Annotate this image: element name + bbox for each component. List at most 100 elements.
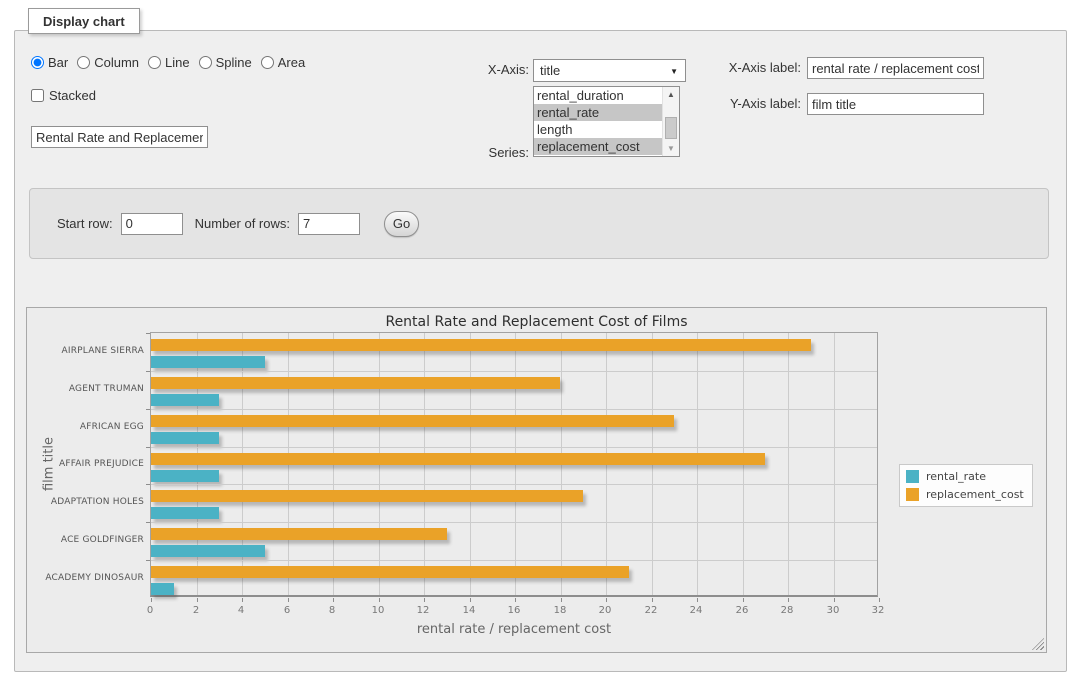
- x-tick-label: 10: [363, 605, 393, 616]
- bar-replacement_cost: [151, 339, 811, 351]
- x-tick-mark: [652, 598, 653, 602]
- bar-rental_rate: [151, 394, 219, 406]
- x-tick-label: 28: [772, 605, 802, 616]
- chart-title-input[interactable]: [31, 126, 208, 148]
- scrollbar-thumb[interactable]: [665, 117, 677, 139]
- x-axis-select-label: X-Axis:: [445, 62, 529, 77]
- rows-panel: Start row: Number of rows: Go: [29, 188, 1049, 259]
- x-axis-select[interactable]: title ▼: [533, 59, 686, 82]
- bar-rental_rate: [151, 545, 265, 557]
- category-label: AFFAIR PREJUDICE: [32, 459, 144, 469]
- chart-type-radio-line[interactable]: [148, 56, 161, 69]
- display-chart-fieldset: Display chart BarColumnLineSplineArea St…: [14, 30, 1067, 672]
- x-tick-label: 26: [727, 605, 757, 616]
- x-axis-label-input[interactable]: [807, 57, 984, 79]
- series-select-label: Series:: [445, 145, 529, 160]
- category-label: ACE GOLDFINGER: [32, 535, 144, 545]
- bar-replacement_cost: [151, 415, 674, 427]
- y-tick-mark: [146, 409, 150, 410]
- gridline-horizontal: [151, 409, 877, 410]
- series-option-length[interactable]: length: [534, 121, 662, 138]
- x-tick-label: 18: [545, 605, 575, 616]
- stacked-row: Stacked: [31, 88, 96, 103]
- x-tick-mark: [834, 598, 835, 602]
- gridline-horizontal: [151, 484, 877, 485]
- bar-replacement_cost: [151, 528, 447, 540]
- category-label: ACADEMY DINOSAUR: [32, 573, 144, 583]
- chart-type-option-area: Area: [261, 55, 305, 70]
- start-row-input[interactable]: [121, 213, 183, 235]
- chart-panel: Rental Rate and Replacement Cost of Film…: [26, 307, 1047, 653]
- y-tick-mark: [146, 447, 150, 448]
- resize-handle-icon[interactable]: [1032, 638, 1044, 650]
- legend-label: rental_rate: [926, 470, 986, 483]
- x-tick-label: 12: [408, 605, 438, 616]
- bar-rental_rate: [151, 356, 265, 368]
- chart-x-axis-title: rental rate / replacement cost: [314, 622, 714, 637]
- gridline-vertical: [834, 333, 835, 595]
- x-tick-label: 2: [181, 605, 211, 616]
- y-tick-mark: [146, 371, 150, 372]
- chart-type-radio-bar[interactable]: [31, 56, 44, 69]
- chart-type-option-column: Column: [77, 55, 139, 70]
- x-tick-label: 4: [226, 605, 256, 616]
- category-label: AGENT TRUMAN: [32, 384, 144, 394]
- x-tick-label: 16: [499, 605, 529, 616]
- x-tick-mark: [424, 598, 425, 602]
- x-tick-mark: [606, 598, 607, 602]
- chart-type-option-label: Line: [165, 55, 190, 70]
- plot-area: [150, 332, 878, 597]
- stacked-checkbox[interactable]: [31, 89, 44, 102]
- chart-title: Rental Rate and Replacement Cost of Film…: [27, 314, 1046, 330]
- x-tick-mark: [879, 598, 880, 602]
- gridline-horizontal: [151, 371, 877, 372]
- x-tick-label: 30: [818, 605, 848, 616]
- category-label: AIRPLANE SIERRA: [32, 346, 144, 356]
- x-tick-label: 24: [681, 605, 711, 616]
- number-of-rows-input[interactable]: [298, 213, 360, 235]
- series-option-rental_rate[interactable]: rental_rate: [534, 104, 662, 121]
- go-button[interactable]: Go: [384, 211, 419, 237]
- chart-legend: rental_ratereplacement_cost: [899, 464, 1033, 507]
- bar-replacement_cost: [151, 566, 629, 578]
- x-tick-mark: [470, 598, 471, 602]
- category-label: AFRICAN EGG: [32, 422, 144, 432]
- scrollbar-up-icon[interactable]: ▲: [663, 87, 679, 102]
- x-tick-label: 0: [135, 605, 165, 616]
- select-dropdown-arrow-icon: ▼: [670, 67, 678, 76]
- start-row-label: Start row:: [57, 216, 113, 231]
- x-tick-label: 22: [636, 605, 666, 616]
- y-tick-mark: [146, 333, 150, 334]
- series-options: rental_durationrental_ratelengthreplacem…: [534, 87, 662, 156]
- bar-replacement_cost: [151, 490, 583, 502]
- series-scrollbar[interactable]: ▲ ▼: [662, 87, 679, 156]
- bar-rental_rate: [151, 470, 219, 482]
- bar-rental_rate: [151, 432, 219, 444]
- gridline-horizontal: [151, 447, 877, 448]
- fieldset-legend: Display chart: [28, 8, 140, 34]
- chart-type-option-line: Line: [148, 55, 190, 70]
- x-tick-mark: [333, 598, 334, 602]
- x-tick-label: 6: [272, 605, 302, 616]
- x-tick-mark: [515, 598, 516, 602]
- chart-type-group: BarColumnLineSplineArea: [31, 55, 305, 70]
- series-option-rental_duration[interactable]: rental_duration: [534, 87, 662, 104]
- bar-rental_rate: [151, 583, 174, 595]
- chart-type-option-label: Bar: [48, 55, 68, 70]
- legend-swatch-rental_rate: [906, 470, 919, 483]
- gridline-horizontal: [151, 560, 877, 561]
- chart-type-radio-spline[interactable]: [199, 56, 212, 69]
- x-tick-label: 32: [863, 605, 893, 616]
- legend-swatch-replacement_cost: [906, 488, 919, 501]
- scrollbar-down-icon[interactable]: ▼: [663, 141, 679, 156]
- series-option-replacement_cost[interactable]: replacement_cost: [534, 138, 662, 155]
- series-multiselect[interactable]: rental_durationrental_ratelengthreplacem…: [533, 86, 680, 157]
- x-tick-mark: [379, 598, 380, 602]
- chart-type-radio-column[interactable]: [77, 56, 90, 69]
- chart-type-radio-area[interactable]: [261, 56, 274, 69]
- gridline-vertical: [788, 333, 789, 595]
- x-tick-mark: [788, 598, 789, 602]
- x-tick-mark: [242, 598, 243, 602]
- y-axis-label-input[interactable]: [807, 93, 984, 115]
- y-tick-mark: [146, 560, 150, 561]
